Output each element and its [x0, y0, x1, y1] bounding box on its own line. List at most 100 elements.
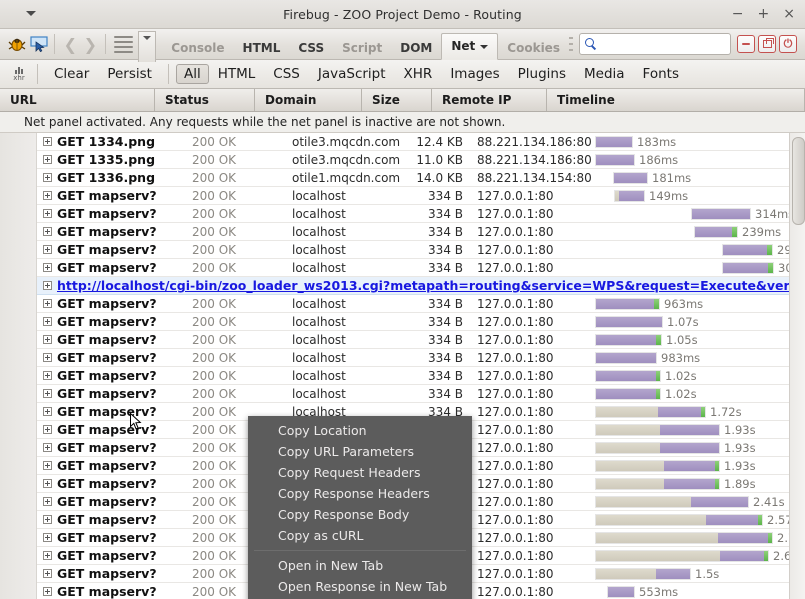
- cell-remote-ip: 127.0.0.1:80: [477, 458, 554, 473]
- scrollbar-thumb[interactable]: [792, 137, 805, 225]
- cell-url: GET mapserv?: [57, 260, 157, 275]
- minimize-icon[interactable]: −: [732, 7, 744, 21]
- net-filter-fonts[interactable]: Fonts: [634, 64, 688, 84]
- drag-grip-icon[interactable]: [569, 37, 573, 51]
- minimize-button[interactable]: [737, 35, 755, 53]
- expand-toggle-icon[interactable]: [37, 245, 57, 254]
- column-header-domain[interactable]: Domain: [255, 89, 362, 111]
- table-row[interactable]: GET mapserv? 200 OK localhost 334 B 127.0.0.…: [37, 349, 805, 367]
- table-row[interactable]: GET mapserv? 200 OK localhost 334 B 127.0.0.…: [37, 241, 805, 259]
- power-button[interactable]: ⏻: [779, 35, 797, 53]
- column-header-remote-ip[interactable]: Remote IP: [432, 89, 547, 111]
- tab-console[interactable]: Console: [162, 37, 233, 59]
- table-row[interactable]: GET 1334.png 200 OK otile3.mqcdn.com 12.4 K…: [37, 133, 805, 151]
- context-menu-item[interactable]: Copy Location: [248, 420, 472, 441]
- table-row[interactable]: GET mapserv? 200 OK localhost 334 B 127.0.0.…: [37, 367, 805, 385]
- context-menu-item[interactable]: Copy Response Body: [248, 504, 472, 525]
- column-header-timeline[interactable]: Timeline: [547, 89, 805, 111]
- context-menu-item[interactable]: Open in New Tab: [248, 555, 472, 576]
- column-header-size[interactable]: Size: [362, 89, 432, 111]
- vertical-scrollbar[interactable]: [789, 133, 805, 599]
- expand-toggle-icon[interactable]: [37, 155, 57, 164]
- context-menu-item[interactable]: Copy as cURL: [248, 525, 472, 546]
- tab-css[interactable]: CSS: [289, 37, 333, 59]
- context-menu-item[interactable]: Open Response in New Tab: [248, 576, 472, 597]
- cell-status: 200 OK: [192, 224, 237, 239]
- table-row-selected[interactable]: http://localhost/cgi-bin/zoo_loader_ws20…: [37, 277, 805, 295]
- net-filter-plugins[interactable]: Plugins: [509, 64, 575, 84]
- close-icon[interactable]: ×: [783, 7, 795, 21]
- window-menu-icon[interactable]: [26, 11, 36, 16]
- bar-segment-done: [732, 226, 737, 237]
- chevron-down-icon[interactable]: [480, 44, 489, 49]
- expand-toggle-icon[interactable]: [37, 569, 57, 578]
- column-header-url[interactable]: URL: [0, 89, 155, 111]
- net-filter-images[interactable]: Images: [441, 64, 508, 84]
- table-row[interactable]: GET mapserv? 200 OK localhost 334 B 127.0.0.…: [37, 385, 805, 403]
- expand-toggle-icon[interactable]: [37, 497, 57, 506]
- context-menu-item[interactable]: Copy Response Headers: [248, 483, 472, 504]
- table-row[interactable]: GET 1336.png 200 OK otile1.mqcdn.com 14.0 K…: [37, 169, 805, 187]
- expand-toggle-icon[interactable]: [37, 353, 57, 362]
- net-persist-button[interactable]: Persist: [98, 64, 161, 84]
- net-filter-media[interactable]: Media: [575, 64, 634, 84]
- expand-toggle-icon[interactable]: [37, 425, 57, 434]
- net-clear-button[interactable]: Clear: [45, 64, 98, 84]
- column-header-status[interactable]: Status: [155, 89, 255, 111]
- net-filter-xhr[interactable]: XHR: [395, 64, 442, 84]
- context-menu-item[interactable]: Copy URL Parameters: [248, 441, 472, 462]
- expand-toggle-icon[interactable]: [37, 209, 57, 218]
- back-arrow-icon[interactable]: ❮: [60, 33, 80, 55]
- expand-toggle-icon[interactable]: [37, 137, 57, 146]
- firebug-logo-icon[interactable]: [6, 33, 28, 55]
- table-row[interactable]: GET mapserv? 200 OK localhost 334 B 127.0.0.…: [37, 223, 805, 241]
- expand-toggle-icon[interactable]: [37, 335, 57, 344]
- expand-toggle-icon[interactable]: [37, 479, 57, 488]
- panel-dropdown-icon[interactable]: [137, 30, 157, 62]
- tab-html[interactable]: HTML: [234, 37, 290, 59]
- expand-toggle-icon[interactable]: [37, 461, 57, 470]
- expand-toggle-icon[interactable]: [37, 227, 57, 236]
- table-row[interactable]: GET mapserv? 200 OK localhost 334 B 127.0.0.…: [37, 331, 805, 349]
- expand-toggle-icon[interactable]: [37, 551, 57, 560]
- tab-script[interactable]: Script: [333, 37, 391, 59]
- tab-net[interactable]: Net: [441, 33, 499, 60]
- context-menu-item[interactable]: Copy Request Headers: [248, 462, 472, 483]
- search-box[interactable]: [579, 33, 731, 55]
- expand-toggle-icon[interactable]: [37, 173, 57, 182]
- table-row[interactable]: GET 1335.png 200 OK otile3.mqcdn.com 11.0 K…: [37, 151, 805, 169]
- expand-toggle-icon[interactable]: [37, 443, 57, 452]
- net-filter-html[interactable]: HTML: [209, 64, 265, 84]
- table-row[interactable]: GET mapserv? 200 OK localhost 334 B 127.0.0.…: [37, 313, 805, 331]
- expand-toggle-icon[interactable]: [37, 299, 57, 308]
- tab-cookies[interactable]: Cookies: [498, 37, 569, 59]
- cell-timeline: 2.77s: [587, 529, 805, 547]
- net-filter-css[interactable]: CSS: [264, 64, 309, 84]
- inspector-icon[interactable]: [28, 33, 50, 55]
- table-row[interactable]: GET mapserv? 200 OK localhost 334 B 127.0.0.…: [37, 259, 805, 277]
- table-row[interactable]: GET mapserv? 200 OK localhost 334 B 127.0.0.…: [37, 295, 805, 313]
- expand-toggle-icon[interactable]: [37, 587, 57, 596]
- menu-icon[interactable]: [111, 33, 135, 55]
- expand-toggle-icon[interactable]: [37, 515, 57, 524]
- expand-toggle-icon[interactable]: [37, 191, 57, 200]
- expand-toggle-icon[interactable]: [37, 263, 57, 272]
- tab-dom[interactable]: DOM: [391, 37, 441, 59]
- net-filter-all[interactable]: All: [175, 64, 209, 84]
- search-input[interactable]: [597, 36, 725, 52]
- expand-toggle-icon[interactable]: [37, 281, 57, 290]
- expand-toggle-icon[interactable]: [37, 389, 57, 398]
- expand-toggle-icon[interactable]: [37, 371, 57, 380]
- restore-button[interactable]: [758, 35, 776, 53]
- forward-arrow-icon[interactable]: ❯: [80, 33, 100, 55]
- expand-toggle-icon[interactable]: [37, 407, 57, 416]
- table-row[interactable]: GET mapserv? 200 OK localhost 334 B 127.0.0.…: [37, 205, 805, 223]
- context-menu[interactable]: Copy Location Copy URL Parameters Copy Req…: [248, 416, 472, 599]
- net-filter-javascript[interactable]: JavaScript: [309, 64, 395, 84]
- request-url-link[interactable]: http://localhost/cgi-bin/zoo_loader_ws20…: [57, 278, 805, 293]
- maximize-icon[interactable]: +: [758, 7, 770, 21]
- expand-toggle-icon[interactable]: [37, 533, 57, 542]
- table-row[interactable]: GET mapserv? 200 OK localhost 334 B 127.0.0.…: [37, 187, 805, 205]
- expand-toggle-icon[interactable]: [37, 317, 57, 326]
- xhr-icon[interactable]: xhr: [8, 64, 30, 84]
